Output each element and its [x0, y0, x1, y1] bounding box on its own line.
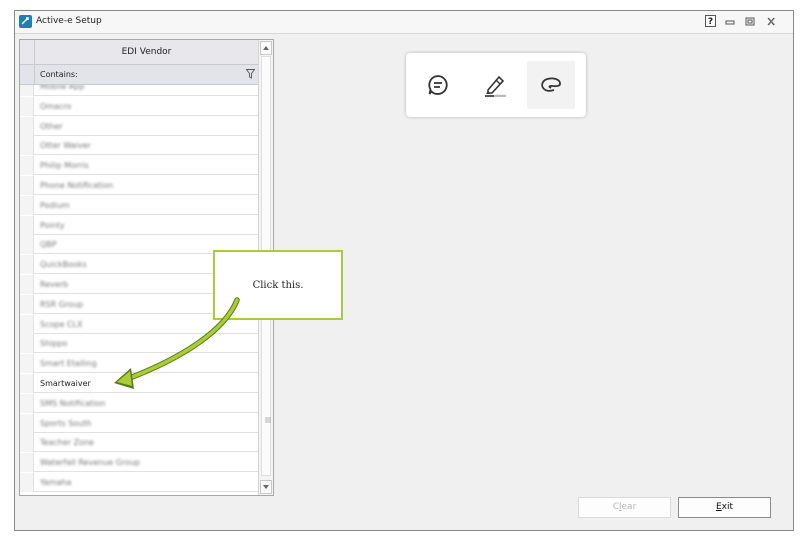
row-selector[interactable]: [20, 156, 34, 176]
title-bar: Active-e Setup ?: [15, 11, 793, 34]
vendor-cell: Reverb: [40, 280, 69, 289]
row-selector[interactable]: [20, 116, 34, 136]
grid-header: EDI Vendor: [20, 40, 259, 65]
row-selector[interactable]: [20, 195, 34, 215]
row-selector[interactable]: [20, 393, 34, 413]
table-row[interactable]: Smartwaiver: [20, 374, 259, 393]
row-selector[interactable]: [20, 85, 34, 96]
row-selector[interactable]: [20, 136, 34, 156]
vendor-cell: Yamaha: [40, 478, 72, 487]
vendor-cell: Otter Waiver: [40, 141, 91, 151]
row-selector[interactable]: [20, 413, 34, 433]
table-row[interactable]: Omacro: [20, 96, 259, 116]
vendor-cell: SMS Notification: [40, 398, 106, 408]
vendor-cell: Teacher Zone: [40, 438, 94, 448]
row-selector[interactable]: [20, 453, 34, 473]
annotation-toolbar: [406, 53, 586, 117]
vendor-cell: Smartwaiver: [40, 379, 91, 388]
row-selector[interactable]: [20, 235, 34, 255]
vendor-cell: Pointy: [40, 220, 65, 230]
row-selector[interactable]: [20, 314, 34, 334]
grip-icon: [265, 417, 271, 423]
vendor-cell: Mobile App: [40, 85, 85, 91]
row-selector[interactable]: [20, 176, 34, 195]
table-row[interactable]: SMS Notification: [20, 393, 259, 413]
row-selector[interactable]: [20, 433, 34, 453]
vendor-cell: RSR Group: [40, 299, 84, 309]
table-row[interactable]: Podium: [20, 195, 259, 215]
row-selector[interactable]: [20, 294, 34, 314]
callout-text: Click this.: [252, 280, 304, 291]
vendor-cell: Phone Notification: [40, 181, 114, 190]
callout-box: Click this.: [213, 250, 343, 320]
row-selector[interactable]: [20, 374, 34, 393]
vendor-cell: Podium: [40, 200, 70, 210]
vendor-cell: Omacro: [40, 101, 72, 111]
window-title: Active-e Setup: [36, 16, 102, 26]
row-selector[interactable]: [20, 215, 34, 235]
table-row[interactable]: Smart Etailing: [20, 354, 259, 374]
row-selector[interactable]: [20, 473, 34, 492]
row-selector-header: [20, 40, 35, 64]
vendor-cell: Other: [40, 121, 63, 131]
scroll-up-button[interactable]: [260, 41, 272, 55]
vendor-cell: Waterfall Revenue Group: [40, 458, 141, 468]
vendor-cell: Philip Morris: [40, 161, 89, 171]
vendor-cell: Smart Etailing: [40, 359, 97, 369]
row-selector[interactable]: [20, 334, 34, 354]
maximize-button[interactable]: [744, 15, 756, 28]
highlighter-icon: [485, 75, 506, 97]
vendor-cell: Shippo: [40, 339, 68, 349]
filter-label: Contains:: [40, 70, 78, 79]
table-row[interactable]: Yamaha: [20, 473, 259, 492]
close-button[interactable]: [765, 15, 777, 28]
filter-row[interactable]: Contains:: [20, 65, 259, 85]
column-header-edi-vendor[interactable]: EDI Vendor: [34, 47, 259, 57]
highlighter-tool-button[interactable]: [470, 61, 518, 109]
table-row[interactable]: Phone Notification: [20, 176, 259, 195]
row-selector[interactable]: [20, 354, 34, 374]
app-icon: [19, 15, 32, 28]
table-row[interactable]: Mobile App: [20, 85, 259, 96]
minimize-button[interactable]: [724, 15, 736, 28]
setup-window: Active-e Setup ? EDI Vendor Contains: Mo…: [14, 10, 794, 531]
table-row[interactable]: Pointy: [20, 215, 259, 235]
table-row[interactable]: Waterfall Revenue Group: [20, 453, 259, 473]
lasso-icon: [541, 77, 561, 92]
vendor-cell: QuickBooks: [40, 260, 87, 270]
table-row[interactable]: Shippo: [20, 334, 259, 354]
row-selector[interactable]: [20, 275, 34, 294]
row-selector[interactable]: [20, 255, 34, 275]
vendor-cell: Sports South: [40, 418, 92, 428]
filter-icon[interactable]: [246, 69, 255, 79]
table-row[interactable]: Teacher Zone: [20, 433, 259, 453]
exit-button[interactable]: Exit: [678, 497, 771, 518]
help-button[interactable]: ?: [705, 15, 716, 27]
vendor-cell: Scope CLX: [40, 319, 83, 329]
table-row[interactable]: Sports South: [20, 413, 259, 433]
vendor-cell: QBP: [40, 240, 57, 250]
table-row[interactable]: Otter Waiver: [20, 136, 259, 156]
comment-tool-button[interactable]: [414, 61, 462, 109]
scroll-down-button[interactable]: [260, 480, 272, 494]
row-selector[interactable]: [20, 96, 34, 116]
table-row[interactable]: Philip Morris: [20, 156, 259, 176]
table-row[interactable]: Other: [20, 116, 259, 136]
comment-icon: [428, 75, 448, 95]
filter-row-selector: [20, 65, 35, 84]
clear-button[interactable]: Clear: [578, 497, 671, 518]
lasso-tool-button[interactable]: [527, 61, 575, 109]
